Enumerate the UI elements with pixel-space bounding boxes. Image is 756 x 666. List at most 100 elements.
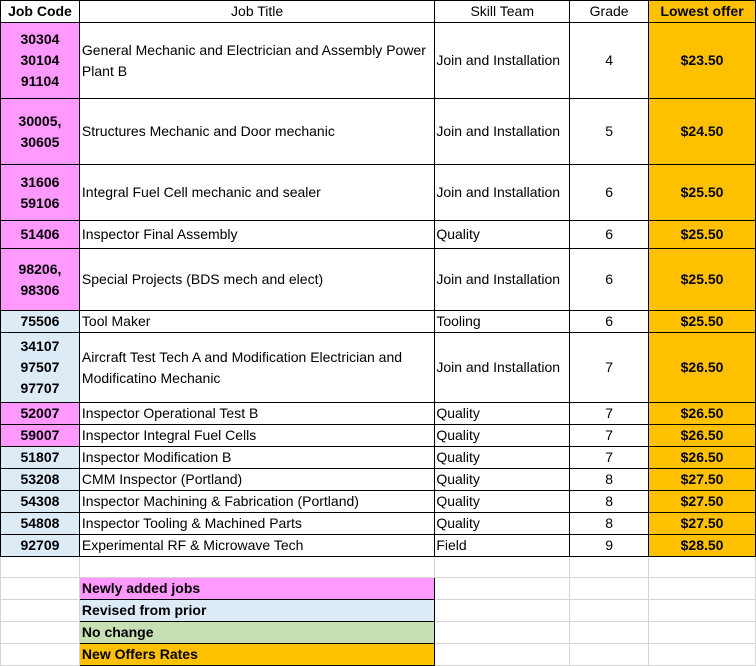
empty-cell[interactable] [648,556,756,578]
job-title-cell[interactable]: Tool Maker [78,310,436,333]
empty-cell[interactable] [434,621,571,644]
job-code-cell[interactable]: 59007 [0,424,80,447]
empty-cell[interactable] [434,577,571,600]
skill-team-cell[interactable]: Field [434,534,571,557]
job-title-cell[interactable]: Inspector Operational Test B [78,402,436,425]
lowest-offer-cell[interactable]: $25.50 [648,310,756,333]
lowest-offer-cell[interactable]: $26.50 [648,446,756,469]
empty-cell[interactable] [0,556,80,578]
job-title-cell[interactable]: Special Projects (BDS mech and elect) [78,248,436,311]
grade-cell[interactable]: 6 [569,310,650,333]
grade-cell[interactable]: 8 [569,468,650,491]
empty-cell[interactable] [0,577,80,600]
lowest-offer-cell[interactable]: $27.50 [648,512,756,535]
header-job-code[interactable]: Job Code [0,0,80,23]
job-title-cell[interactable]: Inspector Modification B [78,446,436,469]
skill-team-cell[interactable]: Quality [434,446,571,469]
skill-team-cell[interactable]: Quality [434,512,571,535]
skill-team-cell[interactable]: Join and Installation [434,98,571,165]
skill-team-cell[interactable]: Quality [434,468,571,491]
empty-cell[interactable] [0,643,80,666]
grade-cell[interactable]: 7 [569,402,650,425]
lowest-offer-cell[interactable]: $25.50 [648,220,756,249]
header-grade[interactable]: Grade [569,0,650,23]
skill-team-cell[interactable]: Tooling [434,310,571,333]
job-code-cell[interactable]: 75506 [0,310,80,333]
legend-new-jobs[interactable]: Newly added jobs [78,577,436,600]
lowest-offer-cell[interactable]: $25.50 [648,248,756,311]
empty-cell[interactable] [569,621,650,644]
empty-cell[interactable] [569,556,650,578]
skill-team-cell[interactable]: Quality [434,490,571,513]
job-code-cell[interactable]: 54308 [0,490,80,513]
empty-cell[interactable] [569,643,650,666]
job-title-cell[interactable]: Structures Mechanic and Door mechanic [78,98,436,165]
job-code-cell[interactable]: 51807 [0,446,80,469]
header-lowest-offer[interactable]: Lowest offer [648,0,756,23]
legend-new-offer-rates[interactable]: New Offers Rates [78,643,436,666]
job-code-cell[interactable]: 34107 97507 97707 [0,332,80,403]
job-code-cell[interactable]: 51406 [0,220,80,249]
lowest-offer-cell[interactable]: $26.50 [648,424,756,447]
grade-cell[interactable]: 6 [569,248,650,311]
skill-team-cell[interactable]: Join and Installation [434,22,571,99]
job-title-cell[interactable]: CMM Inspector (Portland) [78,468,436,491]
empty-cell[interactable] [569,577,650,600]
job-code-cell[interactable]: 52007 [0,402,80,425]
grade-cell[interactable]: 6 [569,164,650,221]
empty-cell[interactable] [648,577,756,600]
job-code-cell[interactable]: 31606 59106 [0,164,80,221]
job-title-cell[interactable]: General Mechanic and Electrician and Ass… [78,22,436,99]
empty-cell[interactable] [648,599,756,622]
lowest-offer-cell[interactable]: $26.50 [648,402,756,425]
lowest-offer-cell[interactable]: $25.50 [648,164,756,221]
grade-cell[interactable]: 5 [569,98,650,165]
grade-cell[interactable]: 7 [569,446,650,469]
grade-cell[interactable]: 9 [569,534,650,557]
skill-team-cell[interactable]: Quality [434,220,571,249]
skill-team-cell[interactable]: Join and Installation [434,248,571,311]
lowest-offer-cell[interactable]: $26.50 [648,332,756,403]
lowest-offer-cell[interactable]: $23.50 [648,22,756,99]
grade-cell[interactable]: 7 [569,332,650,403]
job-title-cell[interactable]: Aircraft Test Tech A and Modification El… [78,332,436,403]
empty-cell[interactable] [434,556,571,578]
job-title-cell[interactable]: Integral Fuel Cell mechanic and sealer [78,164,436,221]
job-code-cell[interactable]: 54808 [0,512,80,535]
lowest-offer-cell[interactable]: $27.50 [648,468,756,491]
empty-cell[interactable] [0,621,80,644]
job-title-cell[interactable]: Inspector Final Assembly [78,220,436,249]
header-skill-team[interactable]: Skill Team [434,0,571,23]
empty-cell[interactable] [569,599,650,622]
header-job-title[interactable]: Job Title [78,0,436,23]
job-title-cell[interactable]: Inspector Integral Fuel Cells [78,424,436,447]
skill-team-cell[interactable]: Join and Installation [434,332,571,403]
job-title-cell[interactable]: Experimental RF & Microwave Tech [78,534,436,557]
lowest-offer-cell[interactable]: $28.50 [648,534,756,557]
job-code-cell[interactable]: 30304 30104 91104 [0,22,80,99]
grade-cell[interactable]: 8 [569,512,650,535]
empty-cell[interactable] [648,621,756,644]
empty-cell[interactable] [0,599,80,622]
job-code-cell[interactable]: 30005, 30605 [0,98,80,165]
legend-no-change[interactable]: No change [78,621,436,644]
empty-cell[interactable] [434,599,571,622]
empty-cell[interactable] [78,556,436,578]
lowest-offer-cell[interactable]: $24.50 [648,98,756,165]
grade-cell[interactable]: 6 [569,220,650,249]
legend-revised[interactable]: Revised from prior [78,599,436,622]
job-code-cell[interactable]: 92709 [0,534,80,557]
grade-cell[interactable]: 8 [569,490,650,513]
skill-team-cell[interactable]: Join and Installation [434,164,571,221]
job-code-cell[interactable]: 98206, 98306 [0,248,80,311]
empty-cell[interactable] [434,643,571,666]
grade-cell[interactable]: 7 [569,424,650,447]
job-title-cell[interactable]: Inspector Tooling & Machined Parts [78,512,436,535]
skill-team-cell[interactable]: Quality [434,424,571,447]
grade-cell[interactable]: 4 [569,22,650,99]
lowest-offer-cell[interactable]: $27.50 [648,490,756,513]
skill-team-cell[interactable]: Quality [434,402,571,425]
job-title-cell[interactable]: Inspector Machining & Fabrication (Portl… [78,490,436,513]
job-code-cell[interactable]: 53208 [0,468,80,491]
empty-cell[interactable] [648,643,756,666]
